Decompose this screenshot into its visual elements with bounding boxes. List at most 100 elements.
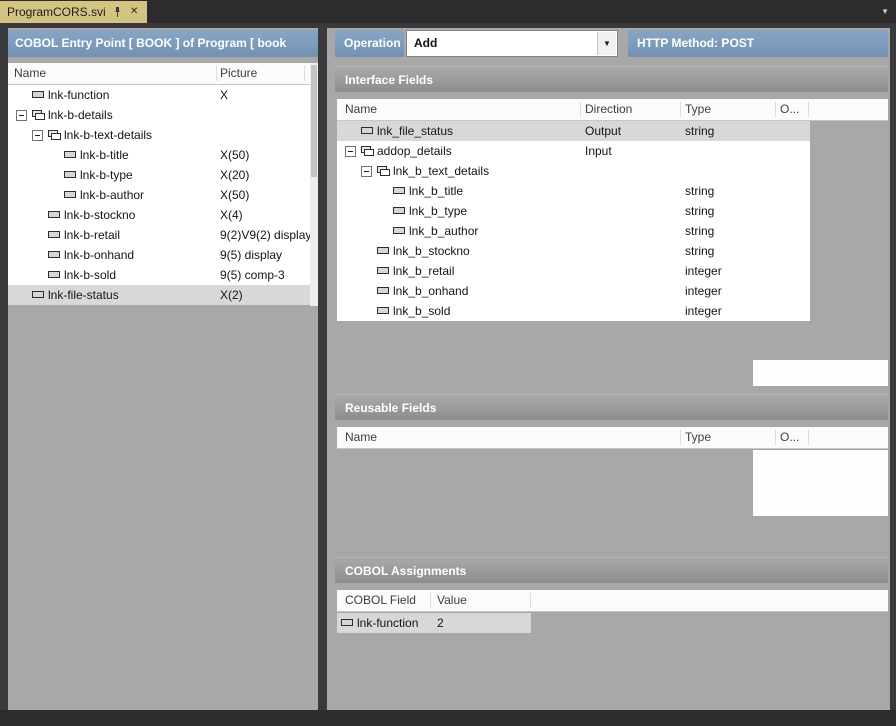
row-name: lnk-b-sold [64, 268, 116, 282]
pin-icon[interactable] [112, 6, 123, 18]
tab-bar: ProgramCORS.svi ✕ ▼ [0, 0, 896, 23]
column-separator[interactable] [304, 66, 305, 81]
interface-fields-tree: lnk_file_status Output string addop_deta… [337, 121, 810, 321]
column-separator[interactable] [680, 102, 681, 117]
row-lnk_b_author[interactable]: lnk_b_author string [337, 221, 810, 241]
column-header-picture[interactable]: Picture [220, 63, 257, 84]
column-header-options[interactable]: O... [780, 99, 799, 120]
row-lnk-b-details[interactable]: lnk-b-details [8, 105, 310, 125]
row-picture: X [220, 85, 228, 105]
column-header-value[interactable]: Value [437, 590, 467, 611]
operation-selected-value: Add [414, 31, 437, 56]
row-lnk-b-sold[interactable]: lnk-b-sold 9(5) comp-3 [8, 265, 310, 285]
row-type: string [685, 121, 714, 141]
row-lnk_b_sold[interactable]: lnk_b_sold integer [337, 301, 810, 321]
row-lnk-b-retail[interactable]: lnk-b-retail 9(2)V9(2) display [8, 225, 310, 245]
row-picture: X(20) [220, 165, 249, 185]
assignments-table: lnk-function 2 [337, 613, 531, 633]
struct-icon [32, 110, 48, 121]
field-icon [377, 287, 393, 295]
row-name: lnk_b_title [409, 184, 463, 198]
field-icon [361, 127, 377, 135]
row-direction: Input [585, 141, 612, 161]
operation-label: Operation [335, 30, 404, 57]
row-lnk-function[interactable]: lnk-function X [8, 85, 310, 105]
row-picture: X(50) [220, 145, 249, 165]
column-header-name[interactable]: Name [345, 427, 377, 448]
collapse-icon[interactable] [16, 110, 32, 121]
scrollbar-thumb[interactable] [311, 65, 317, 177]
field-icon [377, 307, 393, 315]
cobol-assignments-header: COBOL Assignments [335, 557, 888, 583]
field-icon [32, 91, 48, 99]
column-header-cobol-field[interactable]: COBOL Field [345, 590, 416, 611]
chevron-down-icon[interactable]: ▼ [597, 32, 616, 55]
row-lnk_b_stockno[interactable]: lnk_b_stockno string [337, 241, 810, 261]
column-header-type[interactable]: Type [685, 99, 711, 120]
row-lnk-b-type[interactable]: lnk-b-type X(20) [8, 165, 310, 185]
row-lnk_b_onhand[interactable]: lnk_b_onhand integer [337, 281, 810, 301]
struct-icon [361, 146, 377, 157]
field-icon [32, 291, 48, 299]
interface-grid-header: Name Direction Type O... [337, 99, 888, 121]
column-separator[interactable] [430, 593, 431, 608]
row-lnk_b_text_details[interactable]: lnk_b_text_details [337, 161, 810, 181]
field-icon [48, 271, 64, 279]
close-icon[interactable]: ✕ [129, 6, 140, 18]
column-separator[interactable] [775, 430, 776, 445]
row-type: string [685, 241, 714, 261]
row-name: lnk_b_retail [393, 264, 454, 278]
column-separator[interactable] [808, 102, 809, 117]
row-name: lnk-b-onhand [64, 248, 134, 262]
column-header-options[interactable]: O... [780, 427, 799, 448]
row-name: lnk-b-stockno [64, 208, 135, 222]
row-value: 2 [437, 613, 444, 633]
status-bar [0, 710, 896, 726]
empty-area [753, 360, 888, 386]
field-icon [393, 227, 409, 235]
row-lnk_b_retail[interactable]: lnk_b_retail integer [337, 261, 810, 281]
column-separator[interactable] [216, 66, 217, 81]
column-separator[interactable] [775, 102, 776, 117]
row-lnk-b-title[interactable]: lnk-b-title X(50) [8, 145, 310, 165]
operation-select[interactable]: Add ▼ [406, 30, 618, 57]
row-lnk_b_type[interactable]: lnk_b_type string [337, 201, 810, 221]
row-type: integer [685, 301, 722, 321]
vertical-scrollbar[interactable] [310, 63, 318, 306]
field-icon [393, 207, 409, 215]
row-type: integer [685, 261, 722, 281]
collapse-icon[interactable] [345, 146, 361, 157]
column-header-name[interactable]: Name [345, 99, 377, 120]
row-direction: Output [585, 121, 621, 141]
row-lnk-b-text-details[interactable]: lnk-b-text-details [8, 125, 310, 145]
collapse-icon[interactable] [32, 130, 48, 141]
row-name: lnk_b_type [409, 204, 467, 218]
column-header-direction[interactable]: Direction [585, 99, 632, 120]
column-separator[interactable] [680, 430, 681, 445]
row-lnk_b_title[interactable]: lnk_b_title string [337, 181, 810, 201]
row-lnk_file_status[interactable]: lnk_file_status Output string [337, 121, 810, 141]
column-header-type[interactable]: Type [685, 427, 711, 448]
row-picture: X(50) [220, 185, 249, 205]
row-lnk-b-author[interactable]: lnk-b-author X(50) [8, 185, 310, 205]
row-name: lnk_b_onhand [393, 284, 468, 298]
column-separator[interactable] [530, 593, 531, 608]
row-name: lnk-function [48, 88, 109, 102]
row-addop_details[interactable]: addop_details Input [337, 141, 810, 161]
field-icon [64, 191, 80, 199]
interface-fields-header: Interface Fields [335, 66, 888, 92]
row-lnk-file-status[interactable]: lnk-file-status X(2) [8, 285, 310, 305]
row-type: integer [685, 281, 722, 301]
row-lnk-b-onhand[interactable]: lnk-b-onhand 9(5) display [8, 245, 310, 265]
column-separator[interactable] [580, 102, 581, 117]
row-name: addop_details [377, 144, 452, 158]
tab-list-dropdown-icon[interactable]: ▼ [881, 7, 889, 16]
column-separator[interactable] [808, 430, 809, 445]
column-header-name[interactable]: Name [14, 63, 46, 84]
row-lnk-b-stockno[interactable]: lnk-b-stockno X(4) [8, 205, 310, 225]
row-lnk-function-assignment[interactable]: lnk-function 2 [337, 613, 531, 633]
collapse-icon[interactable] [361, 166, 377, 177]
tab-programcors[interactable]: ProgramCORS.svi ✕ [0, 1, 147, 23]
empty-area [753, 450, 888, 516]
struct-icon [377, 166, 393, 177]
